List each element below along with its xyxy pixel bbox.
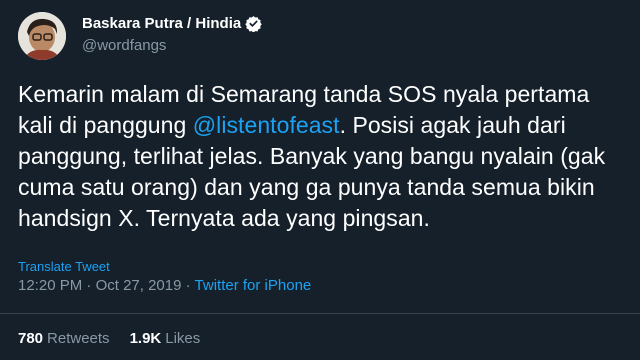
meta-separator-2: ·	[181, 277, 195, 294]
meta-separator: ·	[82, 277, 96, 294]
tweet-date[interactable]: Oct 27, 2019	[96, 277, 182, 294]
retweets-label: Retweets	[47, 330, 110, 347]
display-name[interactable]: Baskara Putra / Hindia	[82, 15, 262, 32]
tweet-time[interactable]: 12:20 PM	[18, 277, 82, 294]
tweet-text: Kemarin malam di Semarang tanda SOS nyal…	[18, 79, 628, 234]
tweet-meta: 12:20 PM · Oct 27, 2019 · Twitter for iP…	[18, 277, 311, 294]
retweets-count: 780	[18, 330, 44, 347]
user-handle[interactable]: @wordfangs	[82, 37, 166, 54]
display-name-text: Baskara Putra / Hindia	[82, 15, 242, 32]
avatar[interactable]	[18, 12, 66, 60]
tweet-source-link[interactable]: Twitter for iPhone	[195, 277, 312, 294]
likes-label: Likes	[165, 330, 201, 347]
mention-link[interactable]: @listentofeast	[193, 112, 340, 138]
divider	[0, 313, 640, 314]
avatar-photo	[18, 12, 66, 60]
verified-badge-icon	[245, 15, 262, 32]
likes-stat[interactable]: 1.9K Likes	[130, 330, 201, 347]
retweets-stat[interactable]: 780 Retweets	[18, 330, 110, 347]
tweet-stats: 780 Retweets 1.9K Likes	[18, 330, 220, 347]
translate-tweet-link[interactable]: Translate Tweet	[18, 259, 110, 274]
likes-count: 1.9K	[129, 330, 162, 347]
